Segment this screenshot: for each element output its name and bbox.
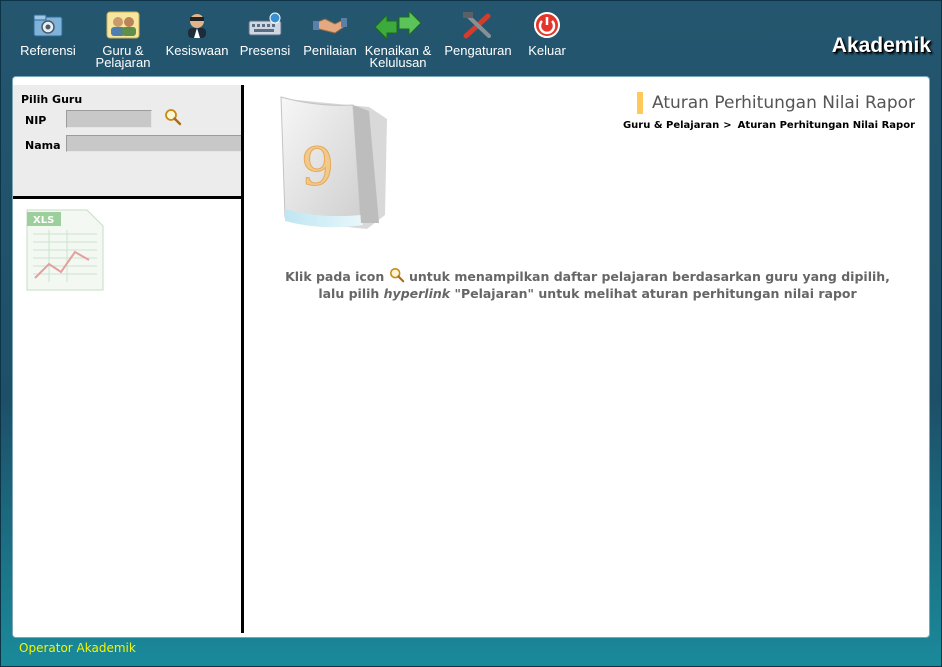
pilih-guru-form: Pilih Guru NIP Nama	[13, 85, 244, 197]
handshake-icon	[313, 11, 347, 39]
student-icon	[180, 11, 214, 39]
toolbar-label: Pengaturan	[444, 43, 512, 58]
gear-folder-icon	[31, 11, 65, 39]
toolbar-label: Guru & Pelajaran	[95, 43, 151, 70]
svg-text:XLS: XLS	[33, 215, 54, 226]
toolbar-label: Kenaikan & Kelulusan	[364, 43, 432, 70]
nip-input[interactable]	[66, 110, 152, 128]
tools-icon	[461, 11, 495, 39]
info-text: "Pelajaran" untuk melihat aturan perhitu…	[454, 286, 857, 301]
app-brand: Akademik	[831, 34, 931, 57]
left-pane: Pilih Guru NIP Nama XLS	[13, 77, 244, 637]
green-arrows-icon	[373, 9, 423, 41]
toolbar-referensi[interactable]: Referensi	[19, 11, 77, 57]
folder-9-icon: 9	[257, 93, 407, 239]
breadcrumb-separator: >	[723, 120, 732, 131]
info-text: untuk menampilkan daftar pelajaran berda…	[409, 269, 890, 284]
pane-divider	[13, 196, 244, 199]
info-hyperlink-word: hyperlink	[383, 286, 451, 301]
toolbar-kesiswaan[interactable]: Kesiswaan	[163, 11, 231, 57]
content-area: 9 Aturan Perhitungan Nilai Rapor Guru & …	[244, 77, 929, 637]
breadcrumb: Guru & Pelajaran > Aturan Perhitungan Nila…	[623, 120, 915, 131]
nama-label: Nama	[25, 139, 61, 152]
app-window: Referensi Guru & Pelajaran Kesiswaan Pre…	[0, 0, 942, 667]
main-toolbar: Referensi Guru & Pelajaran Kesiswaan Pre…	[1, 1, 942, 77]
info-text: lalu pilih	[318, 286, 380, 301]
keyboard-icon	[248, 11, 282, 39]
instruction-text: Klik pada icon untuk menampilkan daftar …	[244, 267, 929, 302]
toolbar-keluar[interactable]: Keluar	[523, 11, 571, 57]
toolbar-label: Referensi	[20, 43, 76, 58]
toolbar-presensi[interactable]: Presensi	[237, 11, 293, 57]
main-panel: Pilih Guru NIP Nama XLS 9 Aturan Perhitu…	[12, 76, 930, 638]
toolbar-guru-pelajaran[interactable]: Guru & Pelajaran	[93, 11, 153, 69]
page-title: Aturan Perhitungan Nilai Rapor	[637, 92, 915, 114]
nama-input[interactable]	[66, 135, 244, 152]
toolbar-pengaturan[interactable]: Pengaturan	[442, 11, 514, 57]
pilih-guru-title: Pilih Guru	[21, 93, 83, 106]
svg-text:9: 9	[301, 138, 334, 198]
toolbar-label: Penilaian	[303, 43, 357, 58]
toolbar-label: Kesiswaan	[165, 43, 229, 58]
toolbar-label: Keluar	[528, 43, 566, 58]
teachers-icon	[106, 11, 140, 39]
toolbar-label: Presensi	[239, 43, 291, 58]
toolbar-kenaikan-kelulusan[interactable]: Kenaikan & Kelulusan	[361, 9, 435, 70]
search-icon[interactable]	[164, 108, 182, 126]
power-icon	[530, 11, 564, 39]
xls-spreadsheet-icon: XLS	[23, 208, 107, 292]
breadcrumb-item-current: Aturan Perhitungan Nilai Rapor	[737, 120, 915, 131]
toolbar-penilaian[interactable]: Penilaian	[301, 11, 359, 57]
status-user: Operator Akademik	[19, 641, 136, 655]
nip-label: NIP	[25, 114, 47, 127]
info-text: Klik pada icon	[285, 269, 385, 284]
search-icon	[389, 267, 405, 283]
breadcrumb-item[interactable]: Guru & Pelajaran	[623, 120, 719, 131]
